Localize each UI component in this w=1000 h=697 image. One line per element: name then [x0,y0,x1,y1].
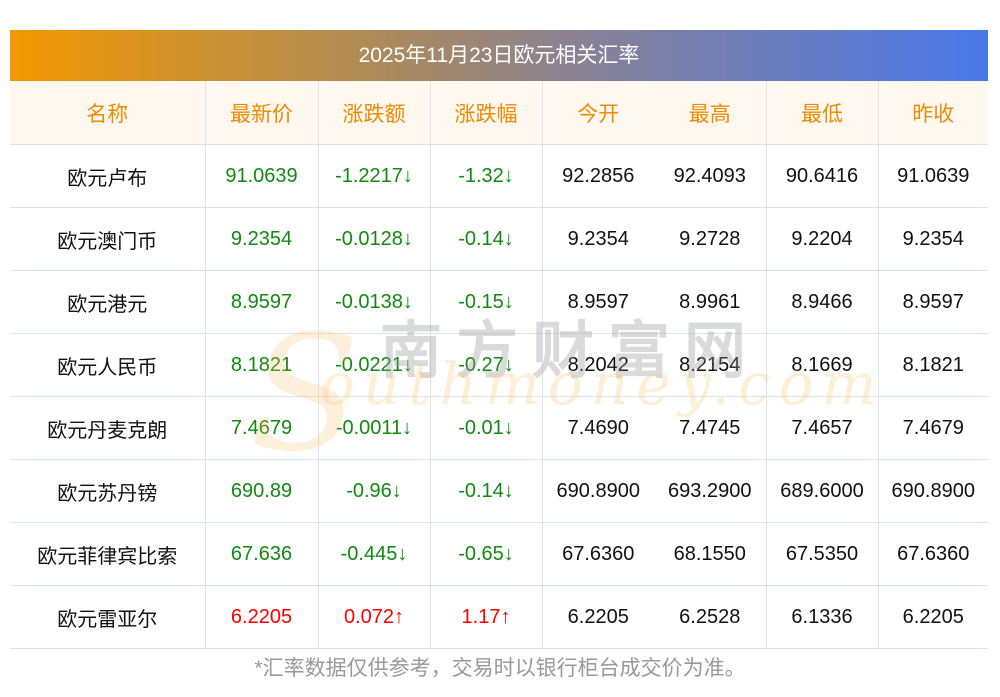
cell-low: 8.9466 [766,270,879,334]
cell-open: 7.4690 [542,396,654,460]
cell-open: 8.2042 [542,333,654,397]
cell-high: 8.2154 [654,333,767,397]
cell-prev: 8.9597 [878,270,988,334]
cell-low: 8.1669 [766,333,879,397]
table-row: 欧元菲律宾比索 67.636 -0.445↓ -0.65↓ 67.6360 68.1550… [10,522,988,586]
cell-chg: 0.072↑ [318,585,431,649]
cell-pct: 1.17↑ [430,585,543,649]
cell-name: 欧元苏丹镑 [10,459,206,523]
header-low: 最低 [766,81,879,145]
table-row: 欧元卢布 91.0639 -1.2217↓ -1.32↓ 92.2856 92.4093 9… [10,144,988,208]
cell-name: 欧元澳门币 [10,207,206,271]
cell-pct: -0.14↓ [430,207,543,271]
table-row: 欧元港元 8.9597 -0.0138↓ -0.15↓ 8.9597 8.9961 8.94… [10,270,988,334]
cell-pct: -0.15↓ [430,270,543,334]
cell-chg: -0.0011↓ [318,396,431,460]
cell-open: 6.2205 [542,585,654,649]
cell-name: 欧元丹麦克朗 [10,396,206,460]
rates-table: 名称 最新价 涨跌额 涨跌幅 今开 最高 最低 昨收 欧元卢布 91.0639 -1… [10,81,988,649]
cell-chg: -0.96↓ [318,459,431,523]
cell-chg: -0.445↓ [318,522,431,586]
cell-low: 90.6416 [766,144,879,208]
cell-low: 9.2204 [766,207,879,271]
cell-chg: -1.2217↓ [318,144,431,208]
cell-low: 689.6000 [766,459,879,523]
cell-prev: 7.4679 [878,396,988,460]
cell-pct: -1.32↓ [430,144,543,208]
cell-last: 9.2354 [205,207,319,271]
table-header: 名称 最新价 涨跌额 涨跌幅 今开 最高 最低 昨收 [10,81,988,145]
cell-chg: -0.0221↓ [318,333,431,397]
cell-prev: 91.0639 [878,144,988,208]
cell-open: 690.8900 [542,459,654,523]
cell-pct: -0.14↓ [430,459,543,523]
cell-name: 欧元雷亚尔 [10,585,206,649]
cell-prev: 67.6360 [878,522,988,586]
table-row: 欧元丹麦克朗 7.4679 -0.0011↓ -0.01↓ 7.4690 7.4745 7.… [10,396,988,460]
cell-name: 欧元人民币 [10,333,206,397]
cell-pct: -0.01↓ [430,396,543,460]
table-row: 欧元雷亚尔 6.2205 0.072↑ 1.17↑ 6.2205 6.2528 6.1336… [10,585,988,649]
cell-open: 9.2354 [542,207,654,271]
cell-last: 7.4679 [205,396,319,460]
cell-last: 91.0639 [205,144,319,208]
cell-prev: 6.2205 [878,585,988,649]
header-open: 今开 [542,81,654,145]
header-high: 最高 [654,81,767,145]
header-change: 涨跌额 [318,81,431,145]
page-title: 2025年11月23日欧元相关汇率 [10,30,988,81]
cell-low: 7.4657 [766,396,879,460]
cell-last: 8.1821 [205,333,319,397]
table-row: 欧元苏丹镑 690.89 -0.96↓ -0.14↓ 690.8900 693.2900 6… [10,459,988,523]
cell-last: 690.89 [205,459,319,523]
cell-high: 92.4093 [654,144,767,208]
cell-last: 6.2205 [205,585,319,649]
cell-prev: 8.1821 [878,333,988,397]
cell-name: 欧元菲律宾比索 [10,522,206,586]
header-name: 名称 [10,81,206,145]
cell-name: 欧元港元 [10,270,206,334]
cell-name: 欧元卢布 [10,144,206,208]
cell-chg: -0.0128↓ [318,207,431,271]
header-percent: 涨跌幅 [430,81,543,145]
cell-chg: -0.0138↓ [318,270,431,334]
cell-high: 8.9961 [654,270,767,334]
cell-open: 92.2856 [542,144,654,208]
cell-high: 693.2900 [654,459,767,523]
cell-high: 7.4745 [654,396,767,460]
cell-last: 8.9597 [205,270,319,334]
cell-prev: 690.8900 [878,459,988,523]
cell-low: 6.1336 [766,585,879,649]
cell-pct: -0.27↓ [430,333,543,397]
header-prev: 昨收 [878,81,988,145]
cell-high: 6.2528 [654,585,767,649]
cell-open: 67.6360 [542,522,654,586]
header-last: 最新价 [205,81,319,145]
table-row: 欧元人民币 8.1821 -0.0221↓ -0.27↓ 8.2042 8.2154 8.1… [10,333,988,397]
table-row: 欧元澳门币 9.2354 -0.0128↓ -0.14↓ 9.2354 9.2728 9.2… [10,207,988,271]
cell-pct: -0.65↓ [430,522,543,586]
disclaimer: *汇率数据仅供参考，交易时以银行柜台成交价为准。 [254,657,746,680]
cell-high: 9.2728 [654,207,767,271]
cell-last: 67.636 [205,522,319,586]
cell-prev: 9.2354 [878,207,988,271]
cell-open: 8.9597 [542,270,654,334]
cell-high: 68.1550 [654,522,767,586]
cell-low: 67.5350 [766,522,879,586]
